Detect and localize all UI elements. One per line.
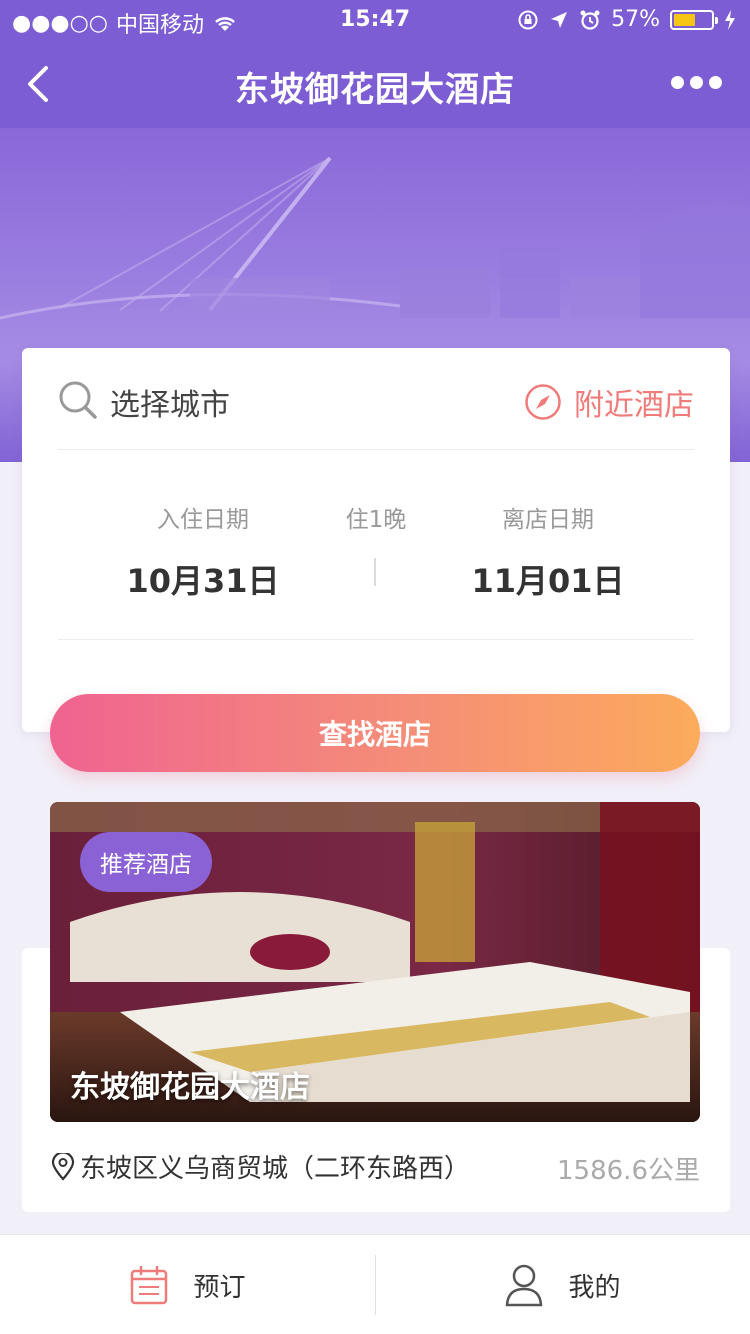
rotation-lock-icon: [518, 10, 538, 29]
tab-booking[interactable]: 预订: [0, 1235, 375, 1334]
battery-icon: [670, 9, 718, 30]
checkout-label: 离店日期: [502, 507, 594, 533]
date-divider: [374, 558, 376, 586]
city-select[interactable]: 选择城市: [110, 380, 230, 424]
status-bar: ●●●○○ 中国移动 15:47 57%: [0, 0, 750, 40]
page-title: 东坡御花园大酒店: [235, 70, 515, 110]
more-dot: [690, 76, 703, 89]
nav-bar: 东坡御花园大酒店: [0, 40, 750, 128]
tab-booking-label: 预订: [193, 1272, 246, 1303]
checkout-date: 11月01日: [471, 562, 625, 600]
hotel-distance: 1586.6公里: [557, 1156, 700, 1186]
nearby-label: 附近酒店: [574, 388, 694, 423]
more-dot: [709, 76, 722, 89]
search-row: 选择城市 附近酒店: [58, 348, 694, 450]
tab-bar: 预订 我的: [0, 1234, 750, 1334]
status-right: 57%: [517, 7, 736, 32]
hotel-address: 东坡区义乌商贸城（二环东路西）: [50, 1148, 470, 1185]
user-icon: [506, 1264, 543, 1307]
battery-percent: 57%: [611, 7, 660, 32]
checkout-date-picker[interactable]: 离店日期 11月01日: [463, 500, 633, 602]
nearby-hotels-button[interactable]: 附近酒店: [524, 380, 694, 424]
tab-mine-label: 我的: [568, 1272, 621, 1303]
search-icon: [59, 381, 97, 419]
search-card: 选择城市 附近酒店 入住日期 10月31日 住1晚 离店日期 11月01日: [22, 348, 730, 732]
alarm-icon: [580, 10, 600, 30]
find-hotel-button[interactable]: 查找酒店: [50, 694, 700, 772]
checkin-date: 10月31日: [126, 562, 280, 600]
hotel-name: 东坡御花园大酒店: [70, 1070, 310, 1105]
more-button[interactable]: [671, 76, 722, 89]
charging-icon: [725, 9, 735, 30]
calendar-icon: [131, 1265, 168, 1305]
compass-icon: [525, 384, 561, 420]
location-arrow-icon: [551, 11, 568, 28]
tab-mine[interactable]: 我的: [375, 1235, 750, 1334]
location-pin-icon: [51, 1152, 75, 1181]
hotel-photo[interactable]: 推荐酒店 东坡御花园大酒店: [50, 802, 700, 1122]
recommended-tag: 推荐酒店: [80, 832, 212, 892]
address-text: 东坡区义乌商贸城（二环东路西）: [80, 1154, 471, 1184]
more-dot: [671, 76, 684, 89]
date-row: 入住日期 10月31日 住1晚 离店日期 11月01日: [58, 450, 694, 640]
